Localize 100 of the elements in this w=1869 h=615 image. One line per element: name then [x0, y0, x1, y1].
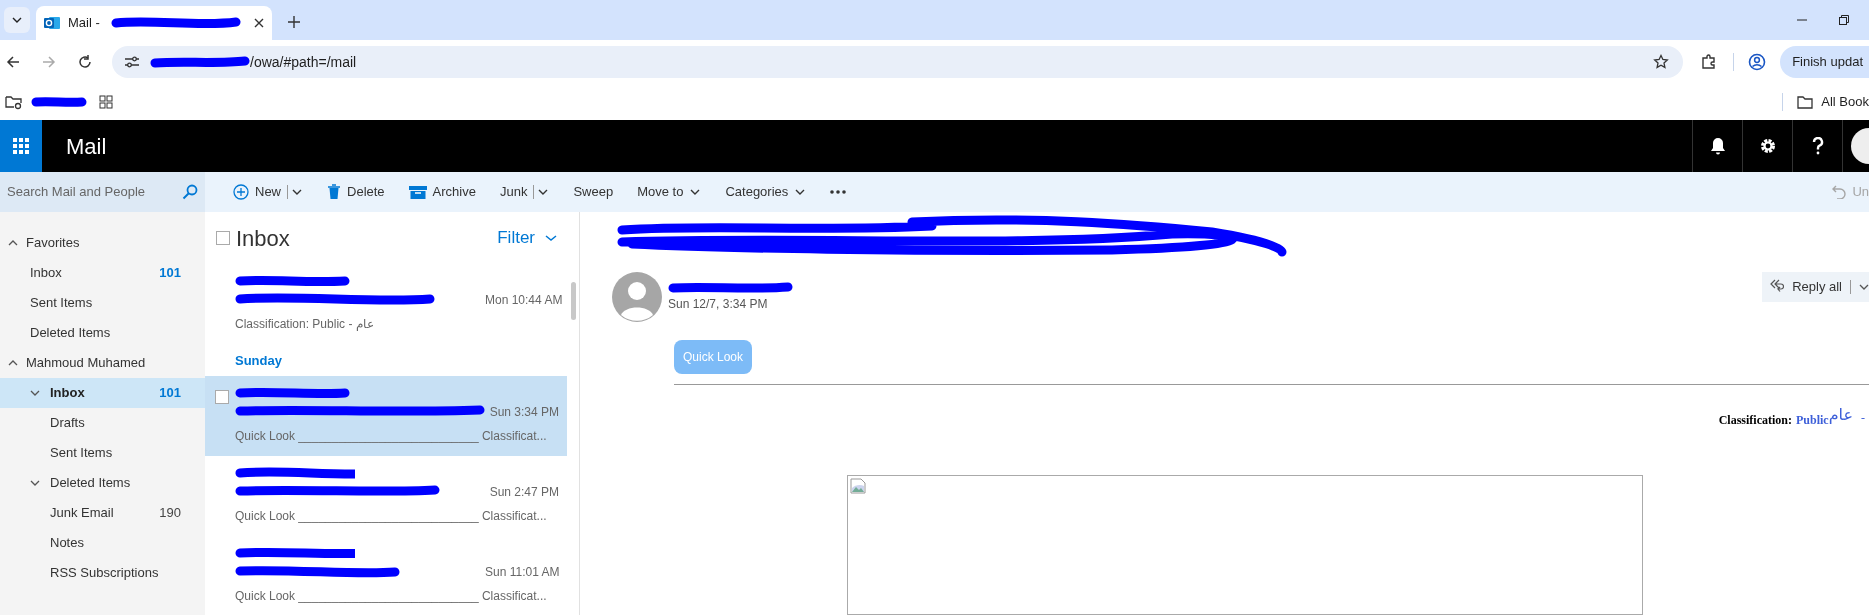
more-button[interactable] — [830, 190, 847, 194]
url-text: /owa/#path=/mail — [250, 52, 357, 72]
undo-icon — [1832, 185, 1847, 199]
folder-item[interactable]: Deleted Items — [0, 318, 205, 348]
classification-value: Public — [1796, 413, 1829, 429]
chevron-down-icon — [11, 16, 23, 24]
chevron-up-icon — [8, 239, 18, 247]
folder-title: Inbox — [236, 224, 290, 253]
folder-count: 101 — [159, 384, 181, 403]
apps-grid-icon[interactable] — [99, 95, 113, 109]
folder-label: Junk Email — [50, 504, 114, 523]
message-item[interactable]: Sun 2:47 PM Quick Look ___________________________ Classificat... — [205, 456, 567, 536]
plus-circle-icon — [233, 184, 249, 200]
message-time: Mon 10:44 AM — [485, 292, 563, 309]
toolbar-button[interactable]: New — [233, 182, 303, 202]
chevron-down-icon — [291, 188, 303, 196]
folder-settings-icon[interactable] — [5, 94, 23, 110]
avatar-icon — [612, 272, 662, 322]
browser-tab[interactable]: Mail - — [36, 6, 272, 40]
search-icon — [182, 184, 198, 200]
folder-item[interactable]: RSS Subscriptions — [0, 558, 205, 588]
folder-item[interactable]: Junk Email 190 — [0, 498, 205, 528]
select-all-checkbox[interactable] — [216, 231, 230, 245]
tab-list-button[interactable] — [4, 7, 30, 33]
message-preview: Quick Look ___________________________ Classificat... — [235, 588, 548, 605]
folder-label: Drafts — [50, 414, 85, 433]
search-box[interactable]: Search Mail and People — [0, 172, 205, 212]
folder-label: Deleted Items — [30, 324, 111, 343]
chevron-down-icon — [30, 389, 40, 397]
message-time: Sun 3:34 PM — [489, 404, 559, 421]
broken-image-icon — [850, 478, 866, 494]
message-item[interactable]: Sun 11:01 AM Quick Look ___________________________ Classificat... — [205, 536, 567, 615]
toolbar-button[interactable]: Junk — [499, 182, 550, 202]
classification-dash: - — [1861, 410, 1865, 427]
folder-label: Deleted Items — [50, 474, 131, 493]
reply-all-button[interactable]: Reply all — [1762, 272, 1869, 302]
folder-label: Inbox — [30, 264, 62, 283]
folder-label: Notes — [50, 534, 84, 553]
toolbar-button[interactable]: Archive — [408, 182, 476, 202]
back-icon[interactable] — [6, 55, 20, 69]
folder-icon[interactable] — [1797, 95, 1814, 109]
bookmarks-link[interactable]: All Book — [1821, 92, 1869, 112]
folder-label: Sent Items — [50, 444, 113, 463]
bell-icon — [1709, 137, 1726, 155]
toolbar-button[interactable]: Move to — [637, 182, 702, 202]
trash-icon — [327, 184, 341, 200]
profile-icon[interactable] — [1748, 53, 1767, 71]
message-date: Sun 12/7, 3:34 PM — [668, 296, 769, 313]
chevron-up-icon — [8, 359, 18, 367]
waffle-icon — [13, 138, 29, 154]
chevron-down-icon — [30, 479, 40, 487]
reload-icon[interactable] — [78, 55, 92, 69]
chevron-down-icon — [794, 188, 807, 196]
folder-item[interactable]: Inbox 101 — [0, 378, 205, 408]
folder-item[interactable]: Deleted Items — [0, 468, 205, 498]
update-button[interactable]: Finish updat — [1780, 46, 1869, 78]
folder-item[interactable]: Sent Items — [0, 438, 205, 468]
message-preview: Classification: Public - عام — [235, 316, 375, 333]
folder-label: Sent Items — [30, 294, 93, 313]
group-header: Sunday — [234, 351, 283, 370]
address-bar[interactable]: /owa/#path=/mail — [112, 46, 1684, 78]
message-preview: Quick Look ___________________________ Classificat... — [235, 508, 548, 525]
restore-icon[interactable] — [1839, 15, 1849, 25]
message-item[interactable]: Sun 3:34 PM Quick Look ___________________________ Classificat... — [205, 376, 567, 456]
folder-item[interactable]: Notes — [0, 528, 205, 558]
message-time: Sun 2:47 PM — [489, 484, 559, 501]
message-checkbox[interactable] — [215, 390, 229, 404]
plus-icon[interactable] — [288, 16, 300, 28]
tab-title: Mail - — [68, 14, 101, 33]
close-icon[interactable] — [254, 18, 264, 28]
toolbar-button[interactable]: Categories — [725, 182, 807, 202]
mail-app-icon — [44, 15, 60, 31]
folder-item[interactable]: Drafts — [0, 408, 205, 438]
settings-icon — [1758, 137, 1777, 155]
help-icon — [1811, 137, 1824, 155]
folder-group-header[interactable]: Favorites — [0, 228, 205, 258]
extension-icon[interactable] — [1701, 54, 1718, 70]
folder-item[interactable]: Sent Items — [0, 288, 205, 318]
folder-group-header[interactable]: Mahmoud Muhamed — [0, 348, 205, 378]
redaction-mark — [31, 96, 87, 108]
folder-count: 190 — [159, 504, 181, 523]
star-icon[interactable] — [1653, 54, 1670, 70]
message-preview: Quick Look ___________________________ Classificat... — [235, 428, 548, 445]
toolbar-button[interactable]: Delete — [327, 182, 385, 202]
chevron-down-icon — [689, 188, 702, 196]
chevron-down-icon — [1859, 283, 1869, 291]
avatar-icon — [1848, 128, 1869, 164]
classification-label: Classification: — [1718, 412, 1792, 429]
chevron-down-icon — [545, 234, 557, 242]
filter-button[interactable]: Filter — [497, 225, 557, 251]
toolbar-button[interactable]: Sweep — [573, 182, 614, 202]
site-settings-icon[interactable] — [124, 55, 140, 69]
folder-count: 101 — [159, 264, 181, 283]
folder-label: RSS Subscriptions — [50, 564, 159, 583]
folder-item[interactable]: Inbox 101 — [0, 258, 205, 288]
reply-all-icon — [1770, 279, 1785, 295]
scrollbar-thumb[interactable] — [571, 282, 576, 320]
search-field[interactable]: Search Mail and People — [7, 182, 177, 202]
classification-arabic: عام — [1828, 404, 1853, 426]
app-launcher-button[interactable] — [0, 120, 42, 172]
